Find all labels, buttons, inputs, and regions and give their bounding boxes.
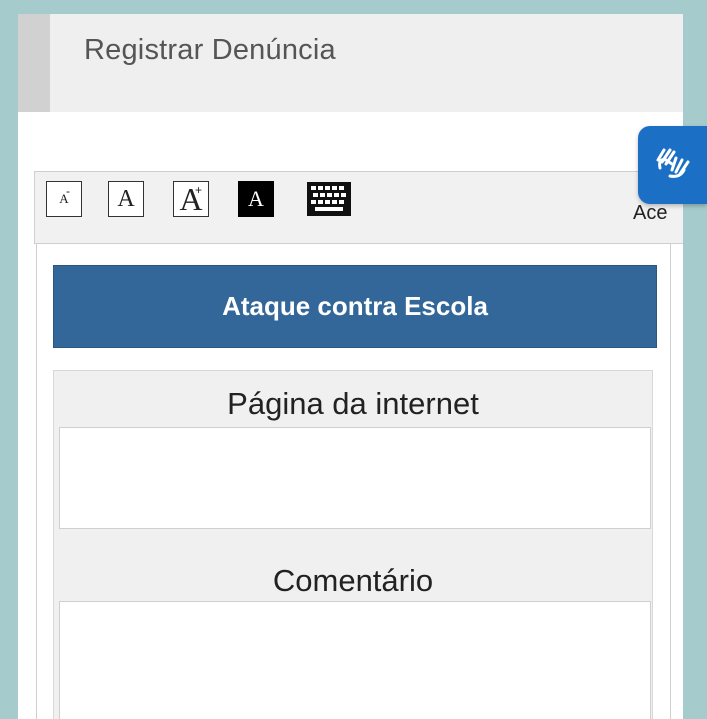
- category-button[interactable]: Ataque contra Escola: [53, 265, 657, 348]
- frame-top: [0, 0, 707, 14]
- comment-textarea[interactable]: [59, 601, 651, 719]
- high-contrast-label: A: [248, 186, 264, 211]
- increase-font-button[interactable]: A +: [173, 181, 209, 217]
- accessibility-badge[interactable]: [638, 126, 707, 204]
- frame-left: [0, 0, 18, 719]
- page-title: Registrar Denúncia: [84, 34, 336, 66]
- accessibility-toolbar: A - A A + A Ace: [34, 171, 683, 244]
- frame-right: [683, 0, 707, 719]
- increase-font-mark: +: [195, 183, 203, 197]
- header-accent-bar: [18, 14, 50, 112]
- high-contrast-button[interactable]: A: [238, 181, 274, 217]
- comment-field-label: Comentário: [272, 563, 434, 598]
- normal-font-button[interactable]: A: [108, 181, 144, 217]
- page-header: Registrar Denúncia: [18, 14, 683, 112]
- decrease-font-button[interactable]: A -: [46, 181, 82, 217]
- accessibility-label[interactable]: Ace: [633, 202, 684, 225]
- url-field-label: Página da internet: [227, 386, 479, 421]
- url-input[interactable]: [59, 427, 651, 529]
- decrease-font-mark: -: [66, 184, 70, 198]
- normal-font-label: A: [117, 185, 135, 212]
- sign-language-hands-icon: [656, 148, 690, 178]
- keyboard-icon[interactable]: [305, 181, 353, 217]
